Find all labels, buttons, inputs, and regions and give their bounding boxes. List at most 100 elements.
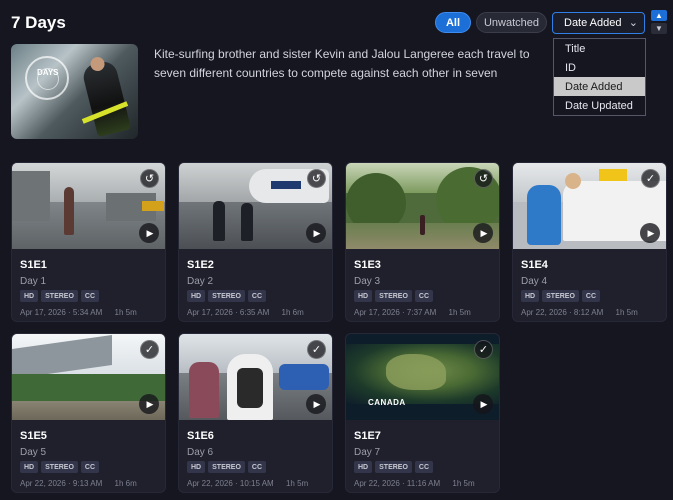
- tag-hd: HD: [187, 461, 206, 473]
- episode-title: Day 3: [354, 276, 381, 287]
- tag-cc: CC: [247, 461, 267, 473]
- episode-code: S1E5: [20, 430, 47, 442]
- play-icon[interactable]: ▶: [640, 223, 660, 243]
- watched-icon[interactable]: ✓: [641, 169, 660, 188]
- episode-tags: HD STEREO CC: [521, 290, 601, 302]
- episode-date: Apr 17, 2026 · 6:35 AM: [187, 308, 270, 317]
- sort-dropdown-menu: Title ID Date Added Date Updated: [553, 38, 646, 116]
- episode-title: Day 6: [187, 447, 214, 458]
- episode-card[interactable]: ↺ ▶ S1E1 Day 1 HD STEREO CC Apr 17, 2026…: [11, 162, 166, 322]
- episode-code: S1E2: [187, 259, 214, 271]
- tag-hd: HD: [521, 290, 540, 302]
- episode-code: S1E4: [521, 259, 548, 271]
- episode-tags: HD STEREO CC: [187, 290, 267, 302]
- episode-duration: 1h 5m: [114, 308, 137, 317]
- play-icon[interactable]: ▶: [473, 223, 493, 243]
- episode-meta: Apr 22, 2026 · 10:15 AM 1h 5m: [187, 479, 308, 488]
- tag-cc: CC: [414, 461, 434, 473]
- episode-code: S1E1: [20, 259, 47, 271]
- sort-option-id[interactable]: ID: [554, 58, 645, 77]
- episode-title: Day 2: [187, 276, 214, 287]
- play-icon[interactable]: ▶: [306, 223, 326, 243]
- tag-stereo: STEREO: [41, 461, 78, 473]
- episode-card[interactable]: ✓ ▶ S1E6 Day 6 HD STEREO CC Apr 22, 2026…: [178, 333, 333, 493]
- episode-card[interactable]: ↺ ▶ S1E2 Day 2 HD STEREO CC Apr 17, 2026…: [178, 162, 333, 322]
- sort-option-title[interactable]: Title: [554, 39, 645, 58]
- sort-select[interactable]: Date Added ⌄: [552, 12, 645, 34]
- poster-target-graphic: [25, 56, 69, 100]
- filter-unwatched-button[interactable]: Unwatched: [476, 12, 547, 33]
- episode-date: Apr 17, 2026 · 7:37 AM: [354, 308, 437, 317]
- episode-code: S1E3: [354, 259, 381, 271]
- sort-selected-value: Date Added: [564, 17, 622, 29]
- rewatch-icon[interactable]: ↺: [307, 169, 326, 188]
- filter-all-button[interactable]: All: [435, 12, 471, 33]
- episode-tags: HD STEREO CC: [354, 290, 434, 302]
- sort-ascending-button[interactable]: ▲: [651, 10, 667, 21]
- episode-card[interactable]: ✓ ▶ S1E5 Day 5 HD STEREO CC Apr 22, 2026…: [11, 333, 166, 493]
- tag-stereo: STEREO: [375, 461, 412, 473]
- episode-tags: HD STEREO CC: [354, 461, 434, 473]
- tag-hd: HD: [354, 461, 373, 473]
- episode-duration: 1h 5m: [285, 479, 309, 488]
- episode-meta: Apr 17, 2026 · 5:34 AM 1h 5m: [20, 308, 137, 317]
- tag-cc: CC: [80, 290, 100, 302]
- episode-meta: Apr 17, 2026 · 6:35 AM 1h 6m: [187, 308, 304, 317]
- tag-cc: CC: [80, 461, 100, 473]
- rewatch-icon[interactable]: ↺: [140, 169, 159, 188]
- watched-icon[interactable]: ✓: [474, 340, 493, 359]
- tag-cc: CC: [247, 290, 267, 302]
- sort-descending-button[interactable]: ▼: [651, 23, 667, 34]
- episode-meta: Apr 22, 2026 · 8:12 AM 1h 5m: [521, 308, 638, 317]
- watched-icon[interactable]: ✓: [140, 340, 159, 359]
- play-icon[interactable]: ▶: [306, 394, 326, 414]
- episode-title: Day 7: [354, 447, 381, 458]
- thumbnail-map-label: CANADA: [368, 398, 406, 407]
- play-icon[interactable]: ▶: [139, 223, 159, 243]
- episode-title: Day 5: [20, 447, 47, 458]
- episode-date: Apr 22, 2026 · 10:15 AM: [187, 479, 274, 488]
- episode-card[interactable]: ✓ ▶ S1E4 Day 4 HD STEREO CC Apr 22, 2026…: [512, 162, 667, 322]
- episode-card[interactable]: CANADA ✓ ▶ S1E7 Day 7 HD STEREO CC Apr 2…: [345, 333, 500, 493]
- tag-stereo: STEREO: [542, 290, 579, 302]
- episode-duration: 1h 5m: [448, 308, 471, 317]
- episode-date: Apr 22, 2026 · 11:16 AM: [354, 479, 441, 488]
- show-description: Kite-surfing brother and sister Kevin an…: [154, 47, 530, 80]
- tag-cc: CC: [414, 290, 434, 302]
- episode-duration: 1h 5m: [452, 479, 475, 488]
- page-title: 7 Days: [11, 13, 66, 32]
- show-poster: DAYS: [11, 44, 138, 139]
- episode-date: Apr 22, 2026 · 8:12 AM: [521, 308, 604, 317]
- poster-figure-graphic: [80, 58, 132, 138]
- poster-logo: DAYS: [37, 68, 59, 77]
- sort-option-date-added[interactable]: Date Added: [554, 77, 645, 96]
- episode-card[interactable]: ↺ ▶ S1E3 Day 3 HD STEREO CC Apr 17, 2026…: [345, 162, 500, 322]
- episode-date: Apr 22, 2026 · 9:13 AM: [20, 479, 103, 488]
- episode-date: Apr 17, 2026 · 5:34 AM: [20, 308, 103, 317]
- play-icon[interactable]: ▶: [139, 394, 159, 414]
- episode-title: Day 1: [20, 276, 47, 287]
- tag-hd: HD: [187, 290, 206, 302]
- episode-title: Day 4: [521, 276, 548, 287]
- episode-tags: HD STEREO CC: [20, 290, 100, 302]
- tag-stereo: STEREO: [41, 290, 78, 302]
- episode-meta: Apr 22, 2026 · 9:13 AM 1h 6m: [20, 479, 137, 488]
- episode-tags: HD STEREO CC: [187, 461, 267, 473]
- play-icon[interactable]: ▶: [473, 394, 493, 414]
- tag-stereo: STEREO: [208, 290, 245, 302]
- episode-code: S1E7: [354, 430, 381, 442]
- episode-duration: 1h 6m: [114, 479, 137, 488]
- episode-meta: Apr 17, 2026 · 7:37 AM 1h 5m: [354, 308, 471, 317]
- episode-code: S1E6: [187, 430, 214, 442]
- watched-icon[interactable]: ✓: [307, 340, 326, 359]
- chevron-down-icon: ⌄: [628, 17, 638, 29]
- episode-meta: Apr 22, 2026 · 11:16 AM 1h 5m: [354, 479, 475, 488]
- tag-stereo: STEREO: [208, 461, 245, 473]
- tag-cc: CC: [581, 290, 601, 302]
- tag-hd: HD: [20, 461, 39, 473]
- episode-tags: HD STEREO CC: [20, 461, 100, 473]
- sort-option-date-updated[interactable]: Date Updated: [554, 96, 645, 115]
- episode-duration: 1h 5m: [615, 308, 638, 317]
- tag-hd: HD: [354, 290, 373, 302]
- rewatch-icon[interactable]: ↺: [474, 169, 493, 188]
